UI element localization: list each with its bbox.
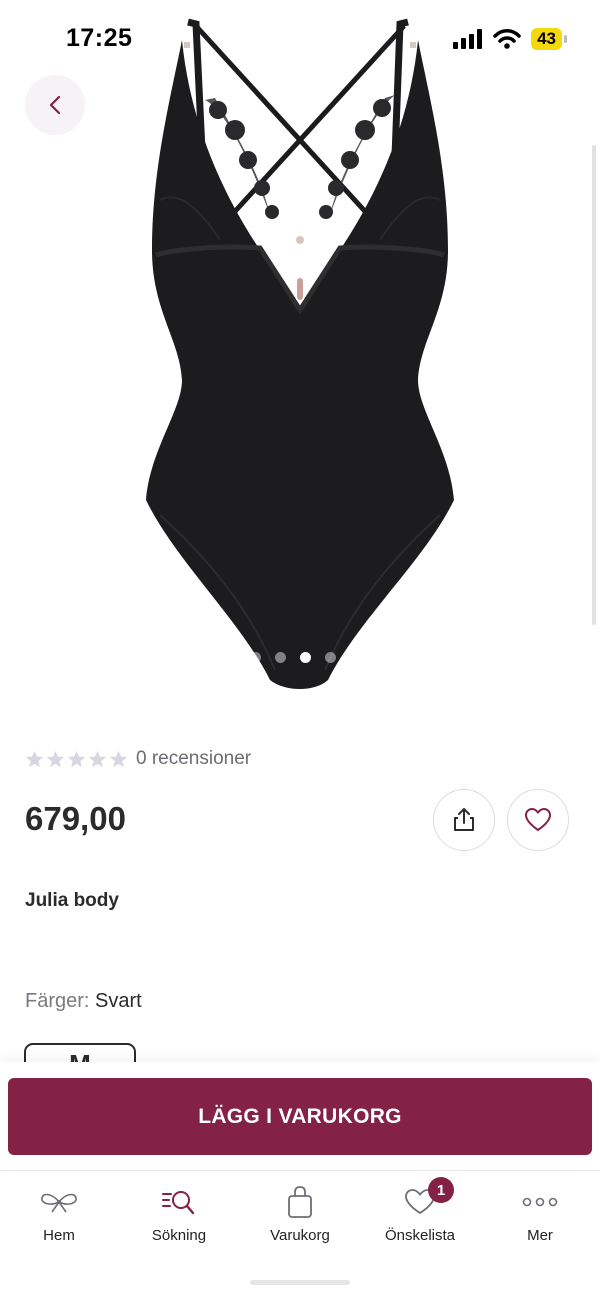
- tab-more[interactable]: Mer: [490, 1181, 590, 1244]
- carousel-dot[interactable]: [275, 652, 286, 663]
- wifi-icon: [493, 29, 521, 49]
- wishlist-badge: 1: [428, 1177, 454, 1203]
- carousel-dot-active[interactable]: [300, 652, 311, 663]
- battery-indicator: 43: [531, 28, 567, 50]
- tab-label: Varukorg: [270, 1227, 330, 1244]
- tab-label: Mer: [527, 1227, 553, 1244]
- colors-label: Färger:: [25, 990, 90, 1012]
- tab-bar: Hem Sökning Varukorg 1 Önskelista Mer: [0, 1170, 600, 1298]
- product-image-carousel[interactable]: [0, 0, 600, 700]
- tab-search[interactable]: Sökning: [129, 1181, 229, 1244]
- rating[interactable]: 0 recensioner: [25, 748, 251, 770]
- heart-icon: 1: [404, 1177, 454, 1223]
- scrollbar[interactable]: [592, 145, 596, 625]
- search-icon: [161, 1181, 197, 1223]
- tab-label: Hem: [43, 1227, 75, 1244]
- signal-icon: [453, 29, 483, 49]
- bow-icon: [39, 1181, 79, 1223]
- tab-label: Sökning: [151, 1227, 207, 1244]
- more-icon: [522, 1181, 558, 1223]
- tab-wishlist[interactable]: 1 Önskelista: [370, 1177, 470, 1244]
- star-icon: [88, 750, 107, 767]
- carousel-dot[interactable]: [250, 652, 261, 663]
- bag-icon: [286, 1181, 314, 1223]
- home-indicator: [250, 1280, 350, 1285]
- back-button[interactable]: [25, 75, 85, 135]
- add-to-cart-button[interactable]: LÄGG I VARUKORG: [8, 1078, 592, 1155]
- tab-cart[interactable]: Varukorg: [250, 1181, 350, 1244]
- product-name: Julia body: [25, 890, 119, 911]
- heart-icon: [525, 808, 551, 831]
- star-icon: [67, 750, 86, 767]
- carousel-dot[interactable]: [325, 652, 336, 663]
- product-price: 679,00: [25, 800, 126, 837]
- review-count[interactable]: 0 recensioner: [136, 748, 251, 770]
- chevron-left-icon: [49, 95, 61, 115]
- status-time: 17:25: [66, 24, 133, 52]
- tab-label: Önskelista: [384, 1227, 456, 1244]
- status-bar: 17:25 43: [0, 0, 600, 80]
- star-icon: [25, 750, 44, 767]
- color-info: Färger: Svart: [25, 990, 142, 1013]
- tab-home[interactable]: Hem: [9, 1181, 109, 1244]
- rating-stars: [25, 750, 128, 769]
- color-value: Svart: [95, 990, 142, 1012]
- carousel-dots[interactable]: [250, 652, 336, 663]
- star-icon: [109, 750, 128, 767]
- share-icon: [454, 808, 474, 831]
- product-image: [146, 18, 454, 689]
- wishlist-button[interactable]: [507, 789, 569, 851]
- status-icons: 43: [453, 28, 567, 50]
- share-button[interactable]: [433, 789, 495, 851]
- star-icon: [46, 750, 65, 767]
